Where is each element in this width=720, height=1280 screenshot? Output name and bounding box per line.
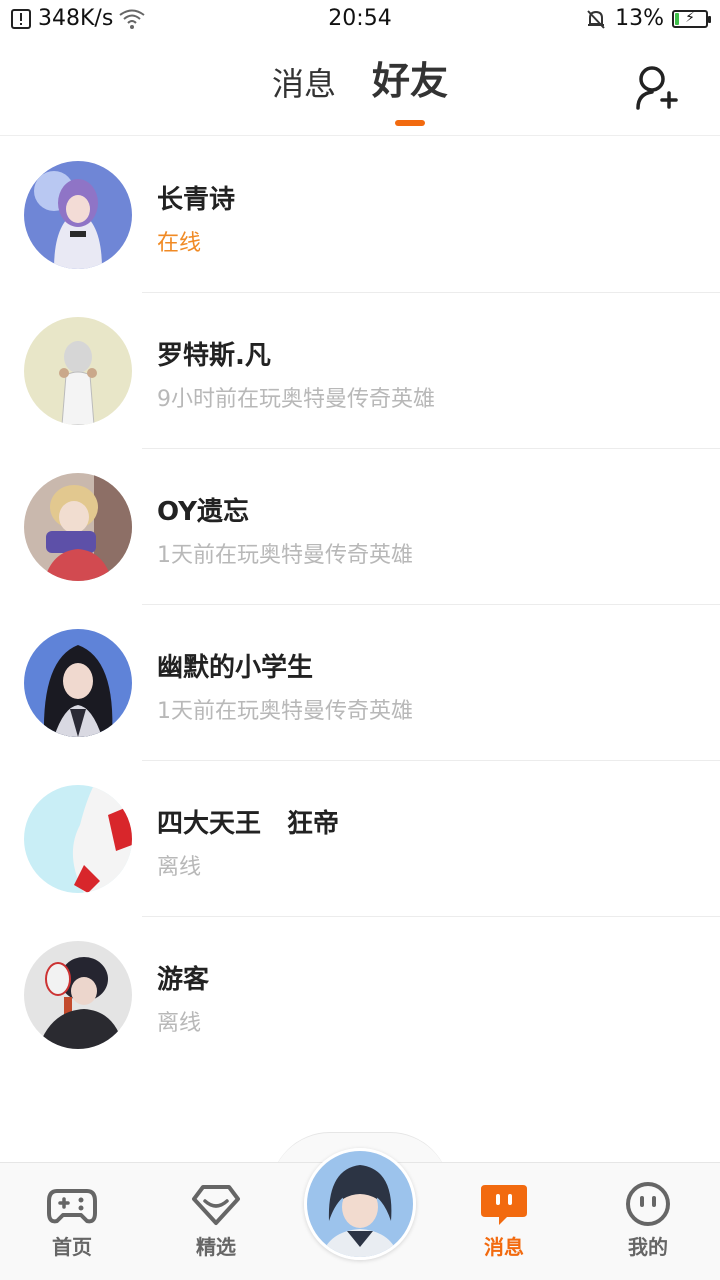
avatar[interactable] (24, 941, 132, 1049)
tab-messages[interactable]: 消息 (272, 68, 336, 100)
avatar[interactable] (24, 161, 132, 269)
friend-name: 长青诗 (157, 185, 236, 215)
friend-status: 1天前在玩奥特曼传奇英雄 (157, 543, 413, 568)
avatar[interactable] (24, 473, 132, 581)
status-right: 13% ⚡ (585, 6, 711, 31)
friend-item[interactable]: OY遗忘 1天前在玩奥特曼传奇英雄 (0, 449, 720, 605)
battery-percent: 13% (615, 6, 664, 31)
header: 消息 好友 (0, 40, 720, 136)
friend-status: 在线 (157, 231, 202, 256)
smiley-icon (626, 1182, 670, 1226)
avatar[interactable] (24, 629, 132, 737)
friend-name: 游客 (157, 965, 210, 995)
avatar[interactable] (24, 317, 132, 425)
charging-bolt-icon: ⚡ (685, 9, 695, 26)
friend-status: 离线 (157, 1011, 202, 1036)
add-friend-button[interactable] (634, 64, 678, 110)
add-friend-icon (636, 66, 678, 110)
friend-status: 离线 (157, 855, 202, 880)
tab-friends-label: 好友 (372, 59, 449, 103)
friend-name: OY遗忘 (157, 497, 250, 527)
nav-messages-label: 消息 (484, 1235, 524, 1259)
avatar[interactable] (24, 785, 132, 893)
battery-icon: ⚡ (672, 9, 711, 28)
friend-name: 幽默的小学生 (157, 653, 314, 683)
friend-status: 9小时前在玩奥特曼传奇英雄 (157, 387, 435, 412)
nav-home[interactable]: 首页 (22, 1181, 122, 1260)
status-bar: 348K/s 20:54 13% ⚡ (0, 0, 720, 40)
friend-item[interactable]: 长青诗 在线 (0, 137, 720, 293)
nav-featured[interactable]: 精选 (166, 1181, 266, 1260)
nav-profile[interactable]: 我的 (598, 1181, 698, 1260)
avatar (307, 1151, 413, 1257)
friend-item[interactable]: 罗特斯.凡 9小时前在玩奥特曼传奇英雄 (0, 293, 720, 449)
center-avatar-button[interactable] (304, 1148, 416, 1260)
tab-messages-label: 消息 (271, 65, 336, 103)
nav-messages[interactable]: 消息 (454, 1181, 554, 1260)
chat-icon (481, 1185, 527, 1225)
active-tab-indicator (395, 120, 425, 126)
nav-profile-label: 我的 (628, 1235, 668, 1259)
friend-item[interactable]: 幽默的小学生 1天前在玩奥特曼传奇英雄 (0, 605, 720, 761)
tab-bar: 消息 好友 (0, 59, 720, 126)
nav-featured-label: 精选 (196, 1235, 236, 1259)
friend-item[interactable]: 四大天王 狂帝 离线 (0, 761, 720, 917)
friend-name: 罗特斯.凡 (157, 341, 271, 371)
friend-name: 四大天王 狂帝 (157, 809, 340, 839)
friend-status: 1天前在玩奥特曼传奇英雄 (157, 699, 413, 724)
tab-friends[interactable]: 好友 (372, 59, 449, 126)
heart-diamond-icon (192, 1185, 240, 1225)
mute-bell-icon (585, 8, 607, 30)
friend-list: 长青诗 在线 罗特斯.凡 9小时前在玩奥特曼传奇英雄 OY遗忘 1天前在玩奥特曼… (0, 137, 720, 1073)
nav-home-label: 首页 (52, 1235, 92, 1259)
gamepad-icon (47, 1189, 97, 1224)
friend-item[interactable]: 游客 离线 (0, 917, 720, 1073)
